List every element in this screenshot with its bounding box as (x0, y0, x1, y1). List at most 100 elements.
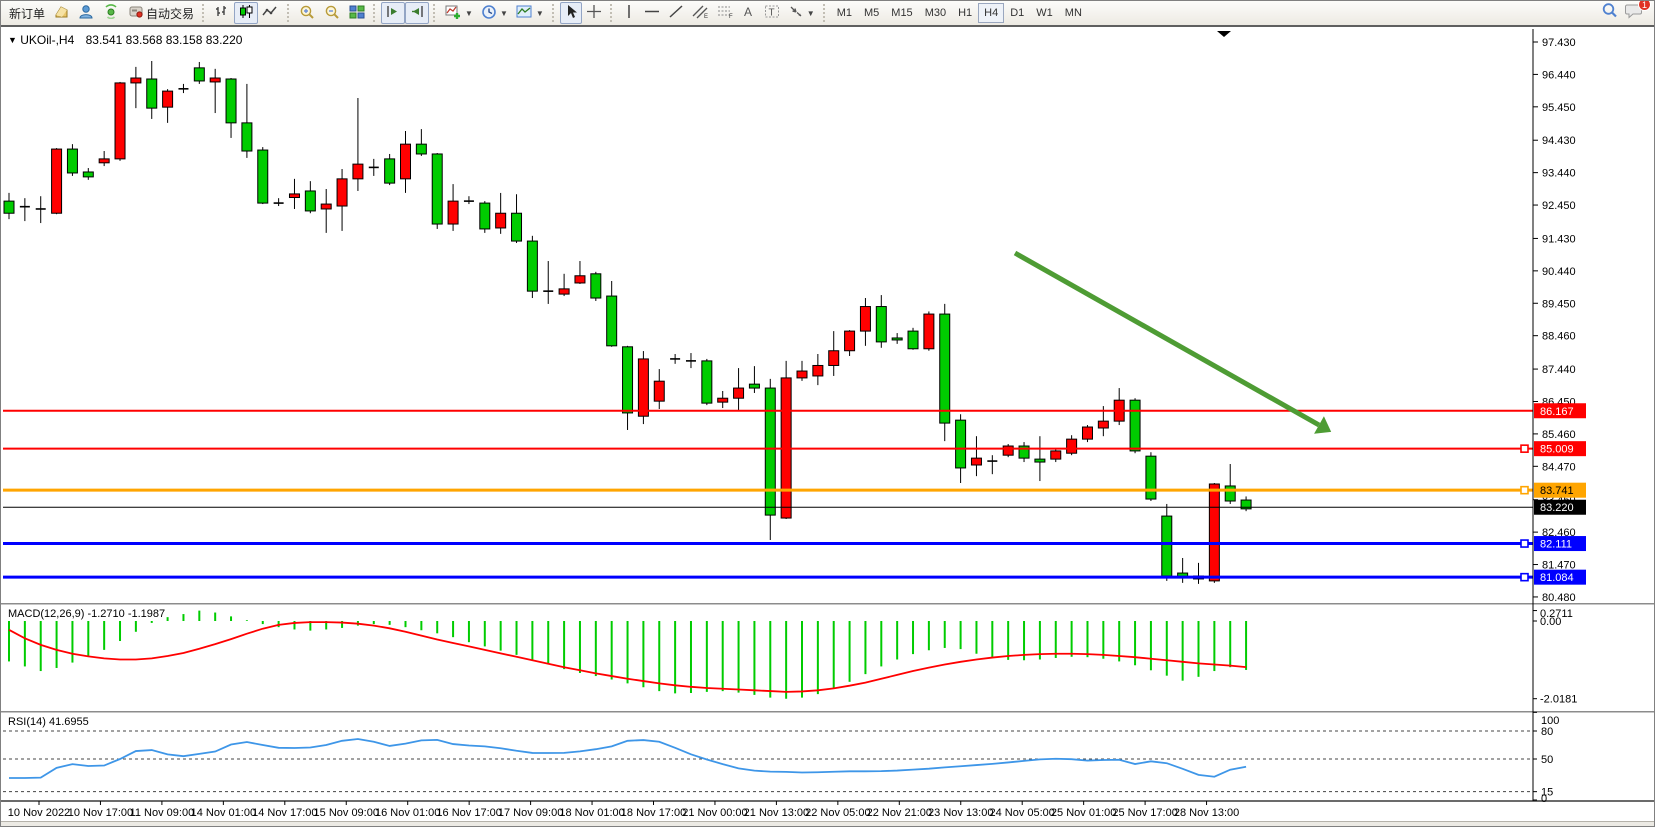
bull-candle (416, 144, 426, 154)
price-tick-label: 97.430 (1542, 37, 1576, 49)
bull-candle (892, 338, 902, 340)
svg-text:E: E (704, 14, 708, 19)
trendline-tool-button[interactable] (664, 2, 688, 24)
bear-candle (1051, 451, 1061, 459)
text-label-tool-button[interactable]: T (760, 2, 784, 24)
bull-candle (1130, 400, 1140, 451)
time-tick-label: 18 Nov 17:00 (621, 807, 686, 819)
community-button[interactable] (74, 2, 99, 24)
bull-candle (258, 150, 268, 203)
bull-candle (147, 79, 157, 108)
tf-m1-button[interactable]: M1 (831, 3, 858, 23)
auto-trading-button[interactable]: 自动交易 (124, 2, 198, 24)
horizontal-line-tool-button[interactable] (640, 2, 664, 24)
tf-h4-button[interactable]: H4 (978, 3, 1004, 23)
bear-candle (163, 91, 173, 107)
crosshair-tool-button[interactable] (582, 2, 606, 24)
macd-tick-label: -2.0181 (1540, 694, 1577, 706)
chevron-down-icon: ▼ (807, 9, 815, 18)
tf-m30-button[interactable]: M30 (919, 3, 952, 23)
tf-d1-button[interactable]: D1 (1004, 3, 1030, 23)
price-badge-label: 83.220 (1540, 502, 1574, 514)
bull-candle (765, 388, 775, 515)
bull-candle (385, 159, 395, 183)
panel-separator[interactable] (1, 603, 1655, 605)
zoom-in-button[interactable] (295, 2, 320, 24)
bear-candle (353, 164, 363, 179)
price-tick-label: 93.440 (1542, 168, 1576, 180)
chat-button[interactable]: 1 (1625, 2, 1644, 24)
level-drag-marker[interactable] (1521, 445, 1528, 452)
level-drag-marker[interactable] (1521, 487, 1528, 494)
tf-w1-button[interactable]: W1 (1030, 3, 1059, 23)
bull-candle (702, 361, 712, 403)
auto-scroll-button[interactable] (381, 2, 405, 24)
tf-m15-button[interactable]: M15 (885, 3, 918, 23)
collapse-arrow-icon[interactable]: ▼ (8, 35, 17, 45)
tf-mn-button[interactable]: MN (1059, 3, 1088, 23)
person-icon (78, 4, 95, 22)
bear-candle (559, 289, 569, 294)
bear-candle (971, 458, 981, 465)
periods-button[interactable]: ▼ (477, 2, 512, 24)
channel-tool-button[interactable]: E (688, 2, 713, 24)
line-chart-icon (262, 4, 279, 22)
chevron-down-icon: ▼ (536, 9, 544, 18)
chart-shift-icon (409, 4, 425, 22)
bull-candle (1035, 459, 1045, 462)
level-drag-marker[interactable] (1521, 540, 1528, 547)
bar-chart-mode-button[interactable] (210, 2, 234, 24)
zoom-out-icon (324, 4, 341, 23)
bear-candle (321, 204, 331, 209)
bull-candle (83, 172, 93, 177)
template-button[interactable]: ▼ (512, 2, 548, 24)
chart-shift-button[interactable] (405, 2, 429, 24)
auto-scroll-icon (385, 4, 401, 22)
price-tick-label: 94.430 (1542, 135, 1576, 147)
tile-windows-button[interactable] (345, 2, 369, 24)
text-icon: A (742, 4, 755, 22)
toolbar-separator (287, 4, 291, 22)
search-icon[interactable] (1601, 2, 1619, 24)
fibonacci-icon: F (717, 4, 734, 22)
price-tick-label: 87.440 (1542, 364, 1576, 376)
trend-arrow-line[interactable] (1015, 253, 1319, 425)
vertical-line-tool-button[interactable] (618, 2, 640, 24)
crosshair-icon (586, 4, 602, 22)
time-tick-label: 23 Nov 13:00 (928, 807, 993, 819)
line-chart-mode-button[interactable] (258, 2, 283, 24)
market-watch-button[interactable] (49, 2, 74, 24)
tf-h1-button[interactable]: H1 (952, 3, 978, 23)
bear-candle (1082, 427, 1092, 439)
equidistant-channel-icon: E (692, 4, 709, 22)
zoom-out-button[interactable] (320, 2, 345, 24)
time-tick-label: 25 Nov 01:00 (1051, 807, 1116, 819)
chart-canvas[interactable]: 97.43096.44095.45094.43093.44092.45091.4… (1, 29, 1655, 827)
fibonacci-tool-button[interactable]: F (713, 2, 738, 24)
tf-m5-button[interactable]: M5 (858, 3, 885, 23)
candlestick-mode-button[interactable] (234, 2, 258, 24)
level-drag-marker[interactable] (1521, 574, 1528, 581)
price-badge-label: 85.009 (1540, 444, 1574, 456)
add-indicator-button[interactable]: ▼ (441, 2, 477, 24)
bear-candle (718, 398, 728, 402)
text-tool-button[interactable]: A (738, 2, 760, 24)
bull-candle (226, 79, 236, 123)
signal-icon (103, 4, 120, 22)
arrows-tool-button[interactable]: ▼ (784, 2, 819, 24)
chart-shift-marker[interactable] (1217, 31, 1231, 37)
price-tick-label: 90.440 (1542, 266, 1576, 278)
toolbar-separator (823, 4, 827, 22)
rsi-tick-label: 80 (1541, 726, 1553, 738)
svg-text:A: A (744, 5, 752, 19)
add-indicator-icon (445, 4, 462, 23)
price-tick-label: 91.430 (1542, 233, 1576, 245)
cursor-tool-button[interactable] (560, 2, 582, 24)
bear-candle (1209, 484, 1219, 581)
time-tick-label: 15 Nov 09:00 (314, 807, 379, 819)
candlestick-icon (238, 4, 254, 22)
panel-separator[interactable] (1, 711, 1655, 713)
chart-window[interactable]: 97.43096.44095.45094.43093.44092.45091.4… (1, 29, 1655, 827)
signals-button[interactable] (99, 2, 124, 24)
new-order-button[interactable]: 新订单 (5, 2, 49, 24)
